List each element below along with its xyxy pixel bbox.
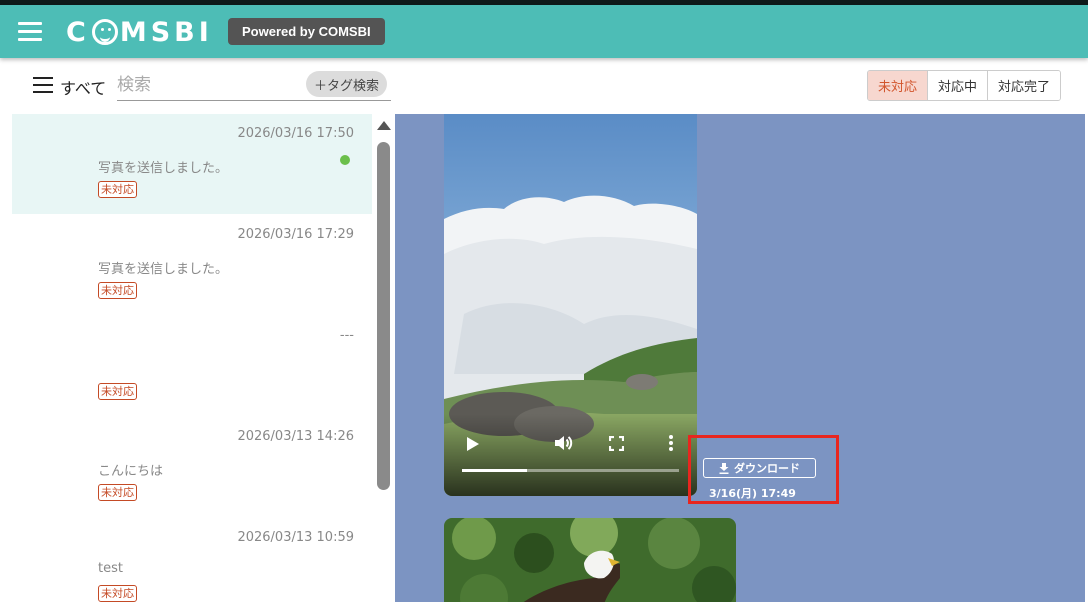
conversation-preview: 写真を送信しました。 (98, 262, 229, 277)
photo-message[interactable] (444, 518, 736, 602)
tag-search-button[interactable]: ＋タグ検索 (306, 71, 388, 97)
comsbi-logo[interactable]: C MSBI (66, 14, 213, 50)
highlight-box (688, 435, 839, 504)
unread-dot-icon (340, 155, 350, 165)
volume-icon[interactable] (553, 433, 573, 453)
tab-completed[interactable]: 対応完了 (987, 71, 1061, 100)
chat-panel: ダウンロード 3/16(月) 17:49 (395, 114, 1085, 602)
play-icon[interactable] (466, 436, 480, 452)
conversation-item[interactable]: --- 未対応 (12, 316, 372, 416)
conversation-item[interactable]: 2026/03/13 10:59 test 未対応 (12, 518, 372, 602)
status-badge: 未対応 (98, 585, 137, 602)
conversation-time: 2026/03/13 14:26 (237, 429, 354, 444)
photo-image (444, 518, 736, 602)
video-progress-fill (462, 469, 528, 472)
video-message[interactable] (444, 114, 697, 496)
status-badge: 未対応 (98, 383, 137, 400)
fullscreen-icon[interactable] (609, 436, 624, 451)
app-header: C MSBI Powered by COMSBI (0, 5, 1088, 58)
status-badge: 未対応 (98, 181, 137, 198)
search-input[interactable] (117, 73, 297, 97)
conversation-preview: こんにちは (98, 464, 164, 479)
conversation-list: 2026/03/16 17:50 写真を送信しました。 未対応 2026/03/… (12, 114, 372, 602)
search-box: ＋タグ検索 (117, 70, 391, 101)
tab-unhandled[interactable]: 未対応 (868, 71, 928, 100)
scroll-up-arrow-icon[interactable] (377, 121, 391, 130)
status-badge: 未対応 (98, 282, 137, 299)
conversation-time: --- (339, 328, 354, 343)
status-filter-tabs: 未対応 対応中 対応完了 (867, 70, 1062, 101)
conversation-item[interactable]: 2026/03/16 17:50 写真を送信しました。 未対応 (12, 114, 372, 214)
hamburger-menu-icon[interactable] (18, 22, 42, 42)
conversation-item[interactable]: 2026/03/13 14:26 こんにちは 未対応 (12, 417, 372, 517)
filter-menu-icon[interactable] (33, 77, 53, 93)
filter-label[interactable]: すべて (60, 75, 106, 99)
conversation-time: 2026/03/16 17:29 (237, 227, 354, 242)
status-badge: 未対応 (98, 484, 137, 501)
powered-by-badge: Powered by COMSBI (228, 18, 385, 45)
tab-in-progress[interactable]: 対応中 (927, 71, 988, 100)
conversation-time: 2026/03/16 17:50 (237, 126, 354, 141)
conversation-time: 2026/03/13 10:59 (237, 530, 354, 545)
more-options-icon[interactable] (668, 434, 674, 452)
conversation-preview: 写真を送信しました。 (98, 161, 229, 176)
conversation-preview: test (98, 561, 123, 576)
conversation-item[interactable]: 2026/03/16 17:29 写真を送信しました。 未対応 (12, 215, 372, 315)
scrollbar-thumb[interactable] (377, 142, 390, 490)
